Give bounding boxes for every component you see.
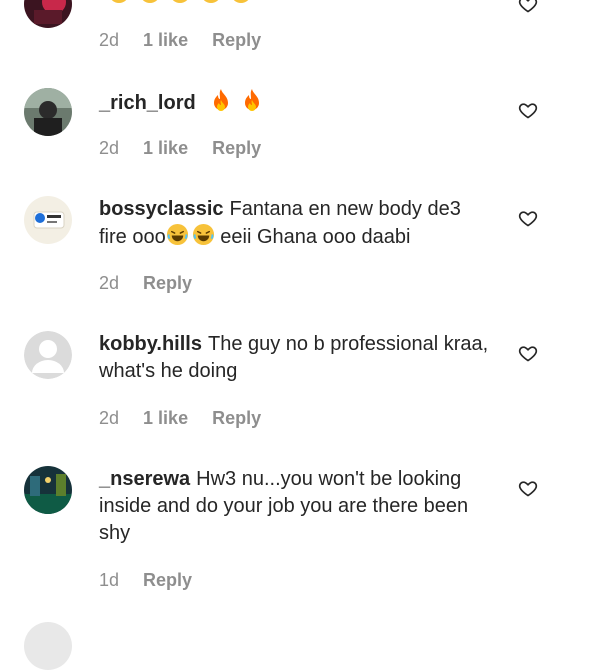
comment-meta: 2d 1 like Reply — [99, 137, 280, 159]
avatar[interactable] — [24, 622, 72, 670]
avatar[interactable] — [24, 466, 72, 514]
avatar[interactable] — [24, 196, 72, 244]
avatar[interactable] — [24, 0, 72, 28]
comment-meta: 2d 1 like Reply — [99, 407, 280, 429]
comment-time: 2d — [99, 408, 120, 428]
comment-time: 2d — [99, 138, 120, 158]
reply-button[interactable]: Reply — [212, 408, 261, 428]
comment-text: bossyclassic Fantana en new body de3 fire… — [99, 196, 494, 251]
comment-time: 2d — [99, 273, 120, 293]
comment-text: kobby.hills The guy no b professional kra… — [99, 331, 494, 385]
heart-icon[interactable] — [518, 343, 538, 363]
laughing-emoji — [166, 223, 215, 248]
comment-text — [99, 0, 494, 9]
reply-button[interactable]: Reply — [143, 273, 192, 293]
reply-button[interactable]: Reply — [212, 30, 261, 50]
comment-username[interactable]: _rich_lord — [99, 92, 196, 114]
reply-button[interactable]: Reply — [143, 570, 192, 590]
avatar[interactable] — [24, 88, 72, 136]
comment-meta: 1d Reply — [99, 569, 211, 591]
comment-meta: 2d Reply — [99, 272, 211, 294]
heart-icon[interactable] — [518, 100, 538, 120]
comment-time: 2d — [99, 30, 120, 50]
avatar[interactable] — [24, 331, 72, 379]
comment-username[interactable]: kobby.hills — [99, 333, 202, 355]
comment-likes[interactable]: 1 like — [143, 30, 188, 50]
comment-likes[interactable]: 1 like — [143, 408, 188, 428]
heart-icon[interactable] — [518, 0, 538, 14]
comment-meta: 2d 1 like Reply — [99, 29, 280, 51]
comment-likes[interactable]: 1 like — [143, 138, 188, 158]
comment-body-continued: eeii Ghana ooo daabi — [214, 226, 411, 248]
comment-text: _rich_lord — [99, 88, 494, 117]
comment-username[interactable]: _nserewa — [99, 468, 190, 490]
laughing-emoji — [105, 0, 252, 6]
comment-text: _nserewa Hw3 nu...you won't be looking in… — [99, 466, 494, 547]
reply-button[interactable]: Reply — [212, 138, 261, 158]
comment-username[interactable]: bossyclassic — [99, 198, 224, 220]
comment-time: 1d — [99, 570, 120, 590]
fire-emoji — [207, 89, 263, 114]
heart-icon[interactable] — [518, 208, 538, 228]
heart-icon[interactable] — [518, 478, 538, 498]
